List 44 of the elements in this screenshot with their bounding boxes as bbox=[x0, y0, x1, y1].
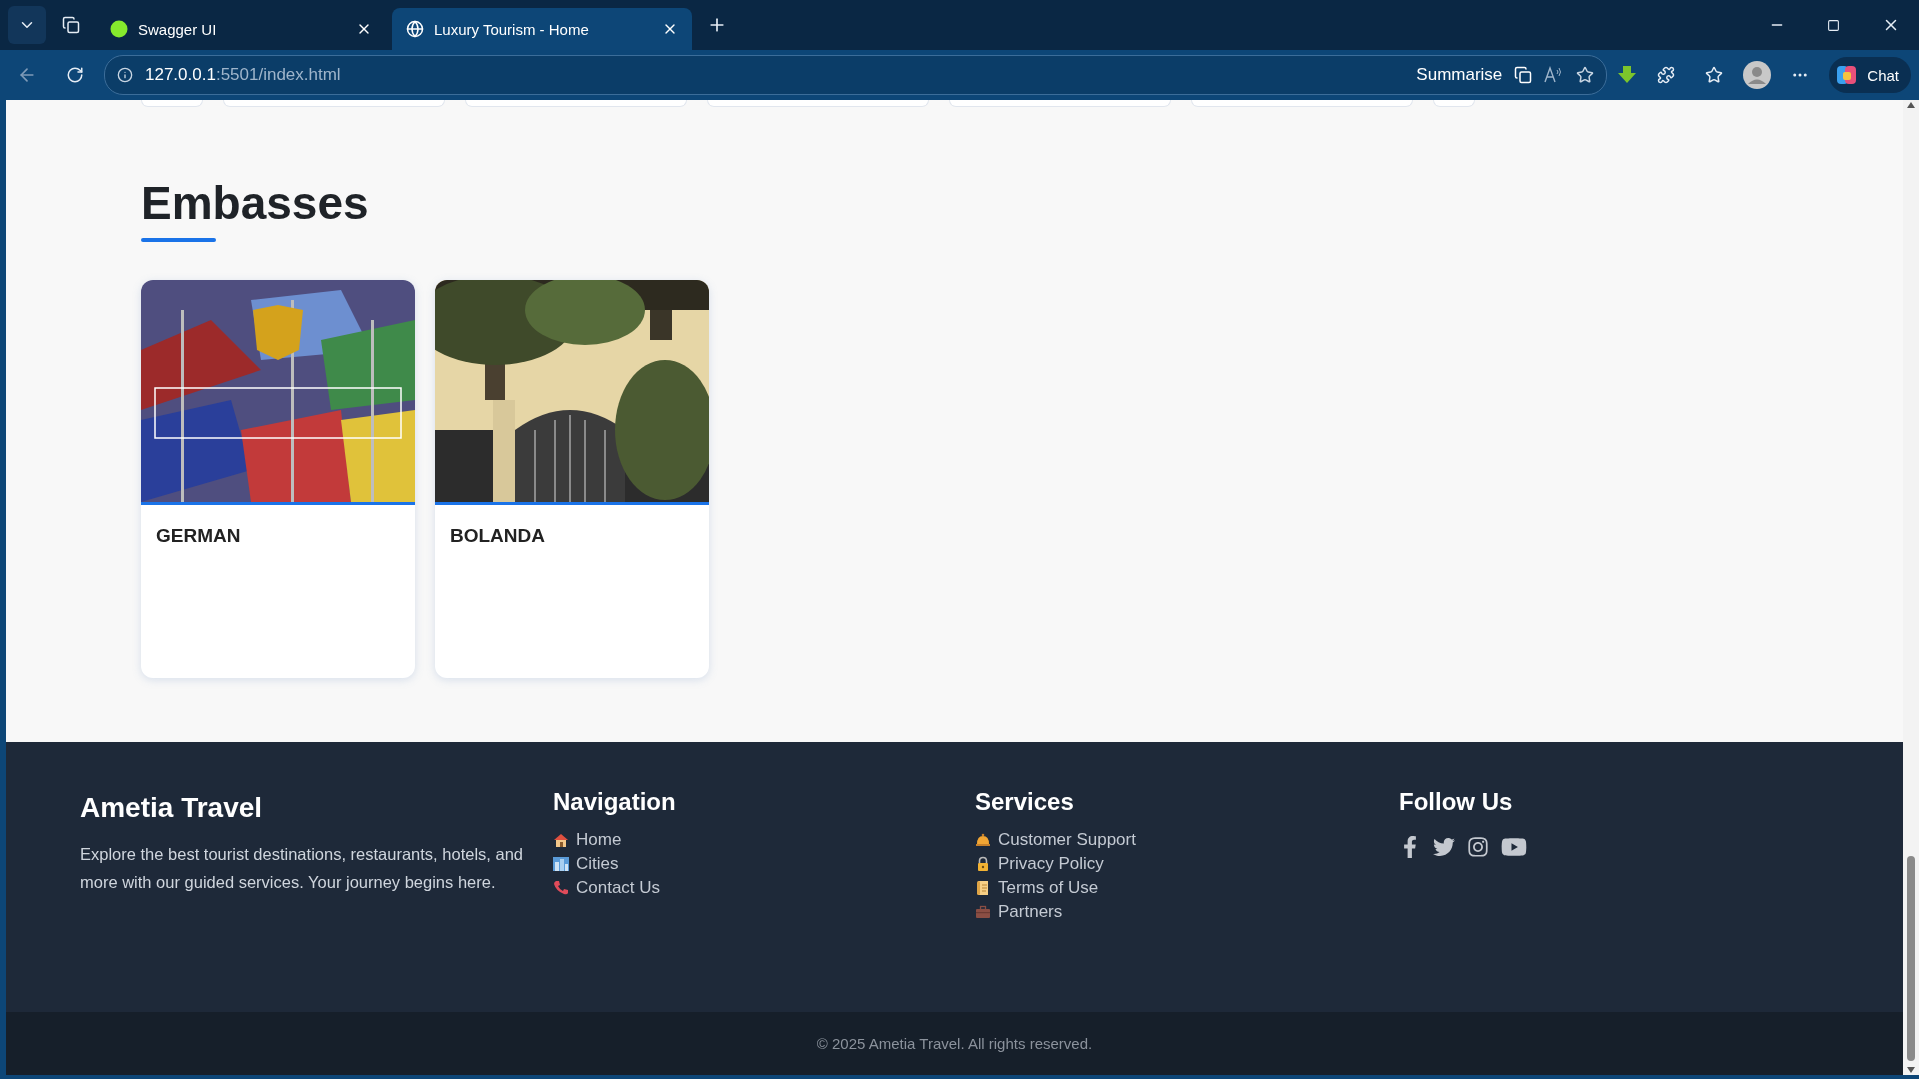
browser-tab[interactable]: Swagger UI bbox=[96, 8, 386, 50]
chat-button[interactable]: Chat bbox=[1829, 57, 1911, 93]
info-icon bbox=[117, 67, 133, 83]
address-bar[interactable]: 127.0.0.1:5501/index.html Summarise bbox=[104, 55, 1608, 95]
phone-icon bbox=[553, 880, 569, 896]
briefcase-icon bbox=[975, 904, 991, 920]
instagram-icon[interactable] bbox=[1467, 836, 1489, 858]
section-heading: Embasses bbox=[141, 176, 369, 230]
footer-link[interactable]: Cities bbox=[553, 854, 619, 874]
footer-link[interactable]: Terms of Use bbox=[975, 878, 1099, 898]
globe-icon bbox=[406, 20, 424, 38]
embassy-card[interactable]: BOLANDA bbox=[435, 280, 709, 678]
footer-link[interactable]: Privacy Policy bbox=[975, 854, 1104, 874]
scroll-icon bbox=[975, 880, 991, 896]
footer-link[interactable]: Home bbox=[553, 830, 622, 850]
card-title: BOLANDA bbox=[450, 525, 545, 547]
favorites-icon[interactable] bbox=[1705, 66, 1724, 84]
city-icon bbox=[553, 856, 569, 872]
card-title: GERMAN bbox=[156, 525, 241, 547]
browser-tab[interactable]: Luxury Tourism - Home bbox=[392, 8, 692, 50]
house-icon bbox=[553, 832, 569, 848]
footer-heading: Follow Us bbox=[1399, 788, 1513, 816]
footer-brand: Ametia Travel bbox=[80, 792, 263, 824]
restore-icon[interactable] bbox=[1827, 18, 1840, 32]
workspaces-icon[interactable] bbox=[62, 16, 80, 34]
scrollbar-thumb[interactable] bbox=[1907, 856, 1915, 1061]
profile-avatar[interactable] bbox=[1743, 61, 1772, 89]
footer-link[interactable]: Contact Us bbox=[553, 878, 661, 898]
twitter-icon[interactable] bbox=[1433, 836, 1455, 858]
lock-icon bbox=[975, 856, 991, 872]
embassy-card[interactable]: GERMAN bbox=[141, 280, 415, 678]
footer-link[interactable]: Partners bbox=[975, 902, 1063, 922]
footer-heading: Services bbox=[975, 788, 1074, 816]
extensions-icon[interactable] bbox=[1657, 66, 1676, 84]
footer-description: Explore the best tourist destinations, restaurants, hotels, and more with our guided services. Your journey begins here. bbox=[80, 844, 524, 893]
reload-icon[interactable] bbox=[66, 66, 84, 84]
footer-link[interactable]: Customer Support bbox=[975, 830, 1136, 850]
bell-icon bbox=[975, 832, 991, 848]
download-icon[interactable] bbox=[1617, 65, 1638, 85]
favorite-icon[interactable] bbox=[1576, 66, 1595, 84]
footer-heading: Navigation bbox=[553, 788, 676, 816]
scroll-up-icon[interactable] bbox=[1907, 102, 1915, 108]
scroll-down-icon[interactable] bbox=[1907, 1067, 1915, 1073]
copyright-text: © 2025 Ametia Travel. All rights reserved. bbox=[816, 1035, 1093, 1052]
